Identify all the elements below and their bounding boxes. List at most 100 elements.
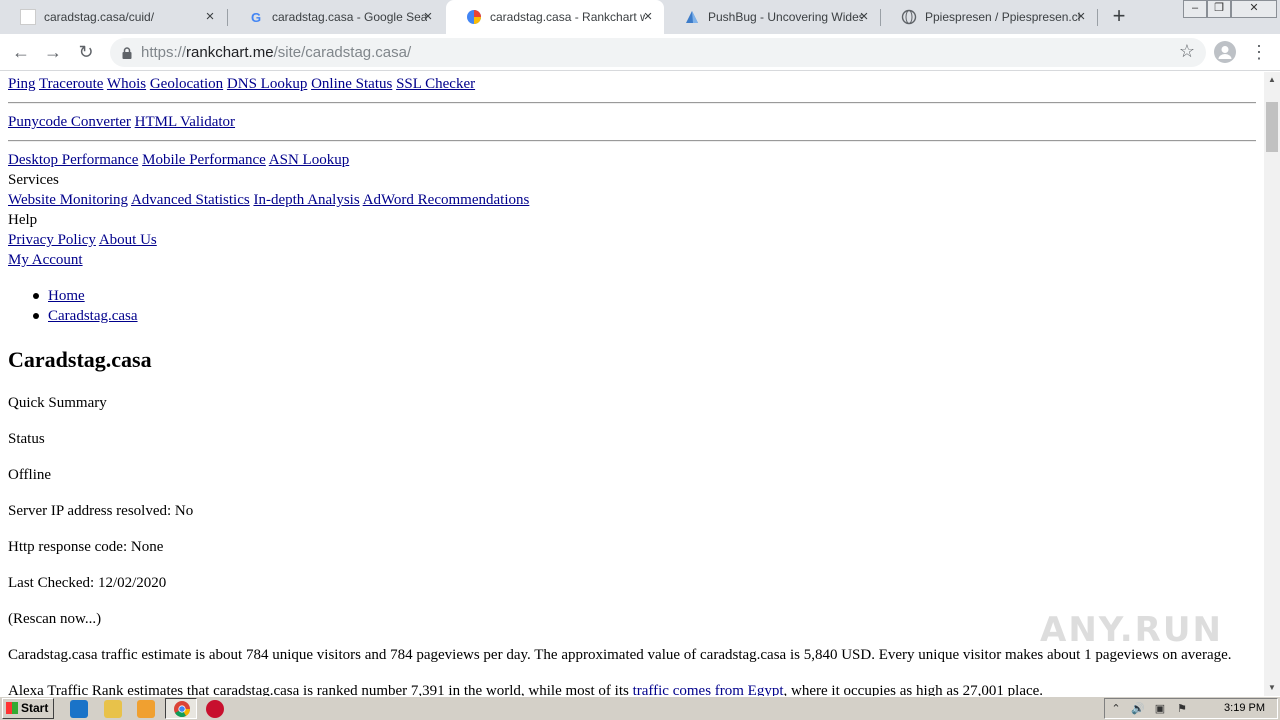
- internet-explorer-icon[interactable]: [70, 700, 88, 718]
- services-label: Services: [8, 172, 59, 188]
- nav-link-traceroute[interactable]: Traceroute: [39, 76, 103, 92]
- help-link-privacy-policy[interactable]: Privacy Policy: [8, 232, 96, 248]
- opera-icon[interactable]: [206, 700, 224, 718]
- anyrun-watermark: ANY.RUN: [1040, 610, 1223, 650]
- close-window-button[interactable]: ✕: [1231, 0, 1277, 18]
- scroll-up-arrow-icon[interactable]: ▲: [1264, 72, 1280, 88]
- close-icon[interactable]: ×: [202, 9, 218, 25]
- close-icon[interactable]: ×: [640, 9, 656, 25]
- taskbar-chrome-button[interactable]: [165, 698, 197, 719]
- nav-link-asn-lookup[interactable]: ASN Lookup: [269, 152, 349, 168]
- forward-arrow-icon[interactable]: →: [40, 39, 66, 65]
- last-checked: Last Checked: 12/02/2020: [8, 575, 167, 591]
- minimize-button[interactable]: –: [1183, 0, 1207, 18]
- nav-link-ping[interactable]: Ping: [8, 76, 36, 92]
- profile-avatar-icon[interactable]: [1214, 41, 1236, 63]
- lock-icon: [122, 46, 132, 59]
- services-link-adword-recommendations[interactable]: AdWord Recommendations: [363, 192, 530, 208]
- page-title: Caradstag.casa: [8, 347, 152, 372]
- quick-summary-label: Quick Summary: [8, 395, 107, 411]
- breadcrumb-item: Caradstag.casa: [33, 306, 138, 326]
- nav-link-desktop-performance[interactable]: Desktop Performance: [8, 152, 138, 168]
- tab-google-search[interactable]: G caradstag.casa - Google Search ×: [228, 0, 444, 34]
- rankchart-pie-icon: [466, 9, 482, 25]
- start-button[interactable]: Start: [2, 698, 54, 719]
- page-viewport: Ping Traceroute Whois Geolocation DNS Lo…: [0, 72, 1264, 696]
- start-label: Start: [21, 701, 49, 715]
- tools-nav-row-3: Desktop Performance Mobile Performance A…: [8, 150, 349, 170]
- windows-flag-icon: [6, 702, 18, 714]
- url-host: rankchart.me: [186, 44, 274, 61]
- system-tray: ⌃ 🔊 ▣ ⚑ 3:19 PM: [1104, 698, 1278, 719]
- breadcrumb-site-link[interactable]: Caradstag.casa: [48, 308, 138, 324]
- vertical-scrollbar[interactable]: ▲ ▼: [1264, 72, 1280, 696]
- url-path: /site/caradstag.casa/: [273, 44, 412, 61]
- close-icon[interactable]: ×: [420, 9, 436, 25]
- address-bar[interactable]: https://rankchart.me/site/caradstag.casa…: [110, 38, 1206, 67]
- help-link-about-us[interactable]: About Us: [99, 232, 157, 248]
- url-text: https://rankchart.me/site/caradstag.casa…: [141, 44, 411, 61]
- services-links: Website Monitoring Advanced Statistics I…: [8, 190, 529, 210]
- nav-link-punycode-converter[interactable]: Punycode Converter: [8, 114, 131, 130]
- pushbug-icon: [684, 9, 700, 25]
- tools-nav-row-2: Punycode Converter HTML Validator: [8, 112, 235, 132]
- windows-taskbar: Start ⌃ 🔊 ▣ ⚑ 3:19 PM: [0, 696, 1280, 720]
- account-row: My Account: [8, 250, 83, 270]
- bookmark-star-icon[interactable]: ☆: [1179, 41, 1195, 62]
- services-link-in-depth-analysis[interactable]: In-depth Analysis: [253, 192, 359, 208]
- close-icon[interactable]: ×: [856, 9, 872, 25]
- chrome-icon: [174, 701, 190, 717]
- close-icon[interactable]: ×: [1073, 9, 1089, 25]
- alexa-suffix: , where it occupies as high as 27,001 pl…: [783, 683, 1044, 696]
- new-tab-button[interactable]: +: [1108, 5, 1130, 28]
- help-links: Privacy Policy About Us: [8, 230, 157, 250]
- url-scheme: https://: [141, 44, 187, 61]
- tab-caradstag-cuid[interactable]: caradstag.casa/cuid/ ×: [0, 0, 226, 34]
- status-value: Offline: [8, 467, 52, 483]
- browser-menu-icon[interactable]: ⋮: [1250, 39, 1268, 65]
- rescan-link[interactable]: (Rescan now...): [8, 609, 101, 629]
- tab-rankchart[interactable]: caradstag.casa - Rankchart website ×: [446, 0, 664, 34]
- tab-title: PushBug - Uncovering Widespread: [708, 10, 863, 24]
- nav-link-mobile-performance[interactable]: Mobile Performance: [142, 152, 266, 168]
- tray-expand-icon[interactable]: ⌃: [1109, 702, 1123, 716]
- nav-link-ssl-checker[interactable]: SSL Checker: [396, 76, 475, 92]
- tab-title: caradstag.casa - Rankchart website: [490, 10, 645, 24]
- tab-title: caradstag.casa - Google Search: [272, 10, 427, 24]
- traffic-country-link[interactable]: traffic comes from Egypt: [633, 683, 784, 696]
- media-player-icon[interactable]: [137, 700, 155, 718]
- blank-page-icon: [20, 9, 36, 25]
- network-icon[interactable]: ▣: [1153, 702, 1167, 716]
- tab-ppiespresen[interactable]: Ppiespresen / Ppiespresen.club ×: [881, 0, 1097, 34]
- action-center-flag-icon[interactable]: ⚑: [1175, 702, 1189, 716]
- scroll-down-arrow-icon[interactable]: ▼: [1264, 680, 1280, 696]
- globe-icon: [901, 9, 917, 25]
- nav-link-html-validator[interactable]: HTML Validator: [135, 114, 235, 130]
- tab-strip: caradstag.casa/cuid/ × G caradstag.casa …: [0, 0, 1280, 34]
- my-account-link[interactable]: My Account: [8, 252, 83, 268]
- bullet: [33, 313, 39, 319]
- services-link-website-monitoring[interactable]: Website Monitoring: [8, 192, 128, 208]
- google-icon: G: [250, 9, 262, 25]
- help-label: Help: [8, 212, 38, 228]
- reload-icon[interactable]: ↻: [73, 39, 99, 65]
- folder-icon[interactable]: [104, 700, 122, 718]
- browser-toolbar: ← → ↻ https://rankchart.me/site/caradsta…: [0, 34, 1280, 71]
- nav-link-geolocation[interactable]: Geolocation: [150, 76, 223, 92]
- clock[interactable]: 3:19 PM: [1224, 702, 1265, 714]
- bullet: [33, 293, 39, 299]
- nav-link-online-status[interactable]: Online Status: [311, 76, 392, 92]
- volume-icon[interactable]: 🔊: [1131, 702, 1145, 716]
- alexa-rank-text: Alexa Traffic Rank estimates that carads…: [8, 681, 1043, 696]
- breadcrumb-item: Home: [33, 286, 85, 306]
- tab-title: caradstag.casa/cuid/: [44, 10, 155, 24]
- status-label: Status: [8, 431, 45, 447]
- nav-link-whois[interactable]: Whois: [107, 76, 146, 92]
- restore-button[interactable]: ❐: [1207, 0, 1231, 18]
- nav-link-dns-lookup[interactable]: DNS Lookup: [227, 76, 307, 92]
- breadcrumb-home-link[interactable]: Home: [48, 288, 85, 304]
- services-link-advanced-statistics[interactable]: Advanced Statistics: [131, 192, 250, 208]
- tab-pushbug[interactable]: PushBug - Uncovering Widespread ×: [664, 0, 880, 34]
- scrollbar-thumb[interactable]: [1266, 102, 1278, 152]
- back-arrow-icon[interactable]: ←: [8, 39, 34, 65]
